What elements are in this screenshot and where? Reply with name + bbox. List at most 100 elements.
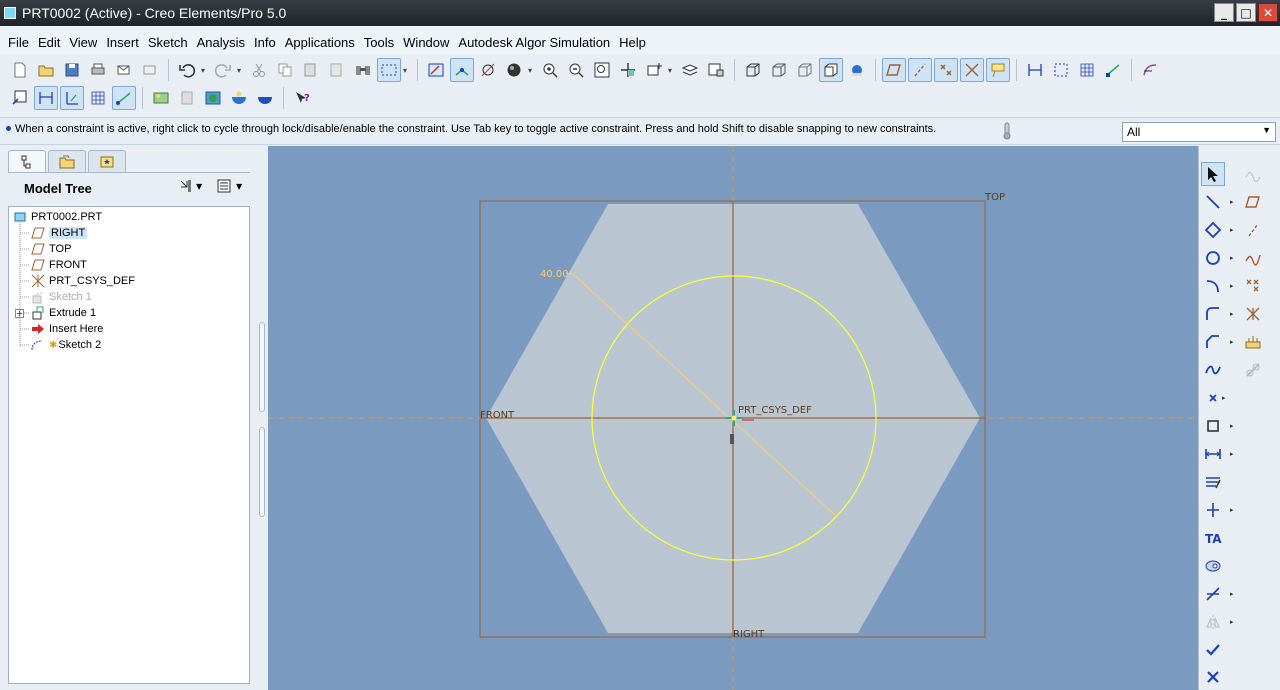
menu-info[interactable]: Info [250,35,280,50]
appearance-dropdown-icon[interactable]: ▾ [528,66,536,75]
constraint-dropdown-icon[interactable]: ▸ [1230,506,1234,514]
copy-icon[interactable] [273,58,297,82]
splitter-grip-upper[interactable] [259,322,265,412]
rectangle-icon[interactable] [1201,218,1225,242]
line-icon[interactable] [1201,190,1225,214]
annotations-icon[interactable] [986,58,1010,82]
rectangle-dropdown-icon[interactable]: ▸ [1230,226,1234,234]
paste-special-icon[interactable] [325,58,349,82]
filter-select[interactable]: All ▼ [1122,122,1276,142]
undo-dropdown-icon[interactable]: ▾ [201,66,209,75]
render-setup-icon[interactable] [253,86,277,110]
line-dropdown-icon[interactable]: ▸ [1230,198,1234,206]
tree-item-sketch-1[interactable]: Sketch 1 [31,289,92,305]
menu-sketch[interactable]: Sketch [144,35,192,50]
sketch-tools-icon[interactable] [8,86,32,110]
dimension-dropdown-icon[interactable]: ▸ [1230,450,1234,458]
sketch-setup-icon[interactable] [424,58,448,82]
show-menu-icon[interactable]: ▼ [216,178,246,194]
close-button[interactable]: ✕ [1258,3,1278,22]
menu-tools[interactable]: Tools [360,35,398,50]
datum-points-icon[interactable] [934,58,958,82]
fillet-dropdown-icon[interactable]: ▸ [1230,310,1234,318]
chamfer-dropdown-icon[interactable]: ▸ [1230,338,1234,346]
analysis-datum-icon[interactable] [1241,330,1265,354]
sketch-vertices-display-icon[interactable] [1101,58,1125,82]
cancel-x-icon[interactable] [1201,665,1225,689]
sketch-constraints-display-icon[interactable] [1049,58,1073,82]
send-mail-icon[interactable] [112,58,136,82]
point-datum-icon[interactable] [1241,274,1265,298]
menu-view[interactable]: View [65,35,101,50]
world-icon[interactable] [201,86,225,110]
tab-folder-browser[interactable] [48,150,86,172]
sketch-disabled-icon[interactable] [1241,162,1265,186]
accept-check-icon[interactable] [1201,638,1225,662]
redo-icon[interactable] [211,58,235,82]
saved-views-dropdown-icon[interactable]: ▾ [668,66,676,75]
layers-icon[interactable] [678,58,702,82]
menu-window[interactable]: Window [399,35,453,50]
undo-icon[interactable] [175,58,199,82]
menu-algor-simulation[interactable]: Autodesk Algor Simulation [454,35,614,50]
cut-icon[interactable] [247,58,271,82]
appearance-sphere-icon[interactable] [502,58,526,82]
zoom-out-icon[interactable] [564,58,588,82]
tab-model-tree[interactable] [8,150,46,172]
sketch-grid-display-icon[interactable] [1075,58,1099,82]
send-link-icon[interactable] [138,58,162,82]
new-file-icon[interactable] [8,58,32,82]
redo-dropdown-icon[interactable]: ▾ [237,66,245,75]
menu-applications[interactable]: Applications [281,35,359,50]
text-icon[interactable]: TA [1201,526,1225,550]
model-tree-toggle-icon[interactable] [845,58,869,82]
datum-axis-icon[interactable] [476,58,500,82]
datum-axes-icon[interactable] [908,58,932,82]
no-hidden-icon[interactable] [793,58,817,82]
disp-grid-icon[interactable] [86,86,110,110]
shading-icon[interactable] [819,58,843,82]
tree-item-csys[interactable]: PRT_CSYS_DEF [31,273,135,289]
open-file-icon[interactable] [34,58,58,82]
circle-dropdown-icon[interactable]: ▸ [1230,254,1234,262]
mirror-dropdown-icon[interactable]: ▸ [1230,618,1234,626]
save-icon[interactable] [60,58,84,82]
saved-views-icon[interactable] [642,58,666,82]
sketch-point-icon[interactable] [450,58,474,82]
minimize-button[interactable]: _ [1214,3,1234,22]
plane-datum-icon[interactable] [1241,190,1265,214]
point-dropdown-icon[interactable]: ▸ [1222,394,1226,402]
chain-disabled-icon[interactable] [1241,358,1265,382]
trim-dropdown-icon[interactable]: ▸ [1230,590,1234,598]
maximize-button[interactable]: □ [1236,3,1256,22]
spline-icon[interactable] [1201,358,1225,382]
dimension-icon[interactable] [1201,442,1225,466]
disp-constraints-icon[interactable] [60,86,84,110]
arc-dropdown-icon[interactable]: ▸ [1230,282,1234,290]
constraint-icon[interactable] [1201,498,1225,522]
mirror-icon[interactable] [1201,610,1225,634]
menu-insert[interactable]: Insert [102,35,143,50]
curve-datum-icon[interactable] [1241,246,1265,270]
tree-item-extrude-1[interactable]: Extrude 1 [31,305,96,321]
select-box-dropdown-icon[interactable]: ▾ [403,66,411,75]
environment-icon[interactable] [149,86,173,110]
tree-item-insert-here[interactable]: Insert Here [31,321,103,337]
fillet-icon[interactable] [1201,302,1225,326]
paste-icon[interactable] [299,58,323,82]
disp-vertices-icon[interactable] [112,86,136,110]
axis-datum-icon[interactable] [1241,218,1265,242]
select-arrow-icon[interactable] [1201,162,1225,186]
refit-icon[interactable] [590,58,614,82]
panel-splitter[interactable] [258,146,268,690]
disp-dims-icon[interactable] [34,86,58,110]
splitter-grip-lower[interactable] [259,427,265,517]
menu-file[interactable]: File [4,35,33,50]
transparency-icon[interactable] [175,86,199,110]
arc-icon[interactable] [1201,274,1225,298]
coordinate-systems-icon[interactable] [960,58,984,82]
trim-icon[interactable] [1201,582,1225,606]
zoom-in-icon[interactable] [538,58,562,82]
view-manager-icon[interactable] [704,58,728,82]
hidden-line-icon[interactable] [767,58,791,82]
